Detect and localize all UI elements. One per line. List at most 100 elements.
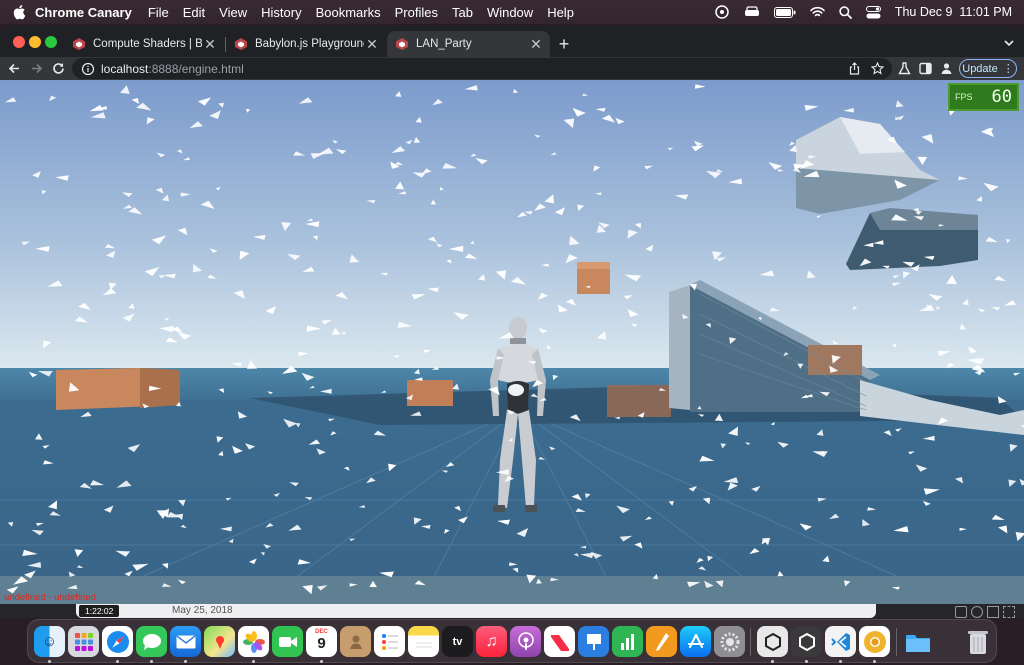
tab-close-icon[interactable]: ✕ [528, 36, 544, 52]
menu-bookmarks[interactable]: Bookmarks [316, 5, 381, 20]
numbers-icon[interactable] [612, 626, 643, 657]
window-minimize-button[interactable] [29, 36, 41, 48]
site-info-icon[interactable] [81, 62, 95, 76]
menu-window[interactable]: Window [487, 5, 533, 20]
unity-icon[interactable] [791, 626, 822, 657]
control-center-icon[interactable] [865, 5, 881, 19]
tab-close-icon[interactable]: ✕ [364, 36, 380, 52]
labs-flask-icon[interactable] [896, 60, 913, 77]
pages-icon[interactable] [646, 626, 677, 657]
calendar-icon[interactable]: DEC 9 [306, 626, 337, 657]
video-date-text: May 25, 2018 [172, 605, 233, 616]
folder-icon[interactable] [902, 626, 933, 657]
window-close-button[interactable] [13, 36, 25, 48]
settings-gear-icon[interactable] [971, 606, 983, 618]
spotlight-search-icon[interactable] [839, 5, 852, 19]
launchpad-icon[interactable] [68, 626, 99, 657]
background-window-strip: 1:22:02 May 25, 2018 [0, 604, 1024, 618]
active-app-name[interactable]: Chrome Canary [35, 5, 132, 20]
unity-hub-icon[interactable] [757, 626, 788, 657]
new-tab-button[interactable]: + [555, 35, 573, 53]
dock-divider [896, 628, 897, 656]
window-zoom-button[interactable] [45, 36, 57, 48]
dock-divider [750, 628, 751, 656]
tab-title: Babylon.js Playground [255, 38, 364, 50]
chrome-canary-icon[interactable] [859, 626, 890, 657]
running-indicator [805, 660, 808, 663]
news-icon[interactable] [544, 626, 575, 657]
address-bar[interactable]: localhost:8888/engine.html [72, 58, 892, 79]
tab-search-chevron-icon[interactable] [1001, 35, 1017, 51]
running-indicator [116, 660, 119, 663]
caption-icon[interactable] [955, 606, 967, 618]
pip-icon[interactable] [987, 606, 999, 618]
forward-arrow-icon[interactable] [28, 60, 45, 77]
profile-avatar-icon[interactable] [938, 60, 955, 77]
menubar-clock[interactable]: Thu Dec 9 11:01 PM [895, 5, 1012, 19]
apple-tv-icon[interactable]: tv [442, 626, 473, 657]
maps-icon[interactable] [204, 626, 235, 657]
url-text: localhost:8888/engine.html [101, 62, 244, 76]
gamepad-status-icon[interactable] [714, 5, 730, 19]
background-window-controls [955, 606, 1015, 618]
menu-help[interactable]: Help [547, 5, 574, 20]
battery-icon[interactable] [773, 6, 796, 18]
app-store-icon[interactable] [680, 626, 711, 657]
car-status-icon[interactable] [744, 6, 760, 18]
tab-lan-party[interactable]: LAN_Party ✕ [387, 31, 550, 57]
scene-canvas[interactable] [0, 80, 1024, 604]
menu-view[interactable]: View [219, 5, 247, 20]
browser-window: Compute Shaders | Babylon.js ✕ Babylon.j… [0, 26, 1024, 604]
tab-title: Compute Shaders | Babylon.js [93, 38, 202, 50]
running-indicator [184, 660, 187, 663]
video-duration-badge: 1:22:02 [79, 605, 120, 617]
running-indicator [873, 660, 876, 663]
crate-center [407, 380, 453, 406]
apple-logo-icon[interactable] [12, 4, 26, 20]
back-arrow-icon[interactable] [6, 60, 23, 77]
fps-counter: FPS 60 [948, 83, 1019, 111]
menu-tab[interactable]: Tab [452, 5, 473, 20]
vscode-icon[interactable] [825, 626, 856, 657]
menu-file[interactable]: File [148, 5, 169, 20]
finder-icon[interactable]: ☺ [34, 626, 65, 657]
trash-icon[interactable] [962, 626, 993, 657]
babylon-favicon-icon [235, 38, 247, 50]
side-panel-icon[interactable] [917, 60, 934, 77]
game-viewport[interactable]: FPS 60 undefined - undefined [0, 80, 1024, 604]
reload-icon[interactable] [50, 60, 67, 77]
fps-value: 60 [991, 87, 1012, 107]
notes-icon[interactable] [408, 626, 439, 657]
menu-profiles[interactable]: Profiles [395, 5, 438, 20]
fps-label: FPS [955, 92, 973, 102]
babylon-favicon-icon [396, 38, 408, 50]
more-menu-icon: ⋮ [1002, 63, 1014, 75]
menu-bar: Chrome Canary File Edit View History Boo… [0, 0, 1024, 24]
bookmark-star-icon[interactable] [871, 62, 884, 75]
wifi-icon[interactable] [810, 6, 825, 18]
system-preferences-icon[interactable] [714, 626, 745, 657]
menu-history[interactable]: History [261, 5, 301, 20]
photos-icon[interactable] [238, 626, 269, 657]
podcasts-icon[interactable] [510, 626, 541, 657]
messages-icon[interactable] [136, 626, 167, 657]
tab-babylon-playground[interactable]: Babylon.js Playground ✕ [226, 31, 386, 57]
tab-compute-shaders[interactable]: Compute Shaders | Babylon.js ✕ [64, 31, 224, 57]
contacts-icon[interactable] [340, 626, 371, 657]
keynote-icon[interactable] [578, 626, 609, 657]
running-indicator [771, 660, 774, 663]
mail-icon[interactable] [170, 626, 201, 657]
tab-close-icon[interactable]: ✕ [202, 36, 218, 52]
share-icon[interactable] [848, 62, 861, 75]
url-path: :8888/engine.html [148, 61, 244, 76]
fullscreen-icon[interactable] [1003, 606, 1015, 618]
calendar-day: 9 [317, 635, 326, 652]
music-icon[interactable]: ♫ [476, 626, 507, 657]
safari-icon[interactable] [102, 626, 133, 657]
menu-edit[interactable]: Edit [183, 5, 205, 20]
update-button[interactable]: Update ⋮ [959, 59, 1017, 78]
browser-toolbar: localhost:8888/engine.html Update ⋮ [0, 57, 1024, 80]
facetime-icon[interactable] [272, 626, 303, 657]
reminders-icon[interactable] [374, 626, 405, 657]
babylon-favicon-icon [73, 38, 85, 50]
